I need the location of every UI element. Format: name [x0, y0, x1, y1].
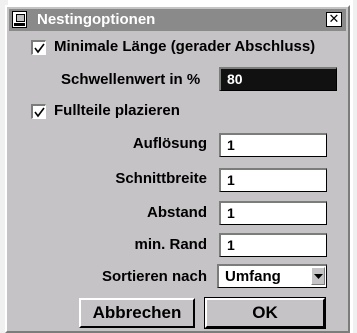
ok-button[interactable]: OK — [204, 297, 326, 329]
threshold-value: 80 — [227, 71, 243, 87]
cut-width-value: 1 — [227, 172, 235, 188]
check-icon — [34, 43, 45, 54]
sort-select[interactable]: Umfang — [217, 264, 327, 288]
resolution-value: 1 — [227, 137, 235, 153]
chevron-down-icon — [314, 274, 323, 279]
close-button[interactable]: ✕ — [326, 12, 342, 27]
min-margin-value: 1 — [227, 237, 235, 253]
min-margin-input[interactable]: 1 — [219, 233, 327, 257]
title-bar[interactable]: Nestingoptionen ✕ — [9, 9, 346, 31]
sort-label: Sortieren nach — [101, 268, 207, 285]
close-icon: ✕ — [328, 11, 340, 26]
cut-width-input[interactable]: 1 — [219, 168, 327, 192]
sort-value: Umfang — [225, 268, 281, 285]
filler-label: Fullteile plazieren — [54, 102, 180, 119]
spacing-label: Abstand — [147, 204, 207, 221]
min-margin-label: min. Rand — [134, 236, 207, 253]
check-icon — [34, 107, 45, 118]
resolution-input[interactable]: 1 — [219, 133, 327, 157]
threshold-label: Schwellenwert in % — [61, 71, 201, 88]
nesting-options-dialog: Nestingoptionen ✕ Minimale Länge (gerade… — [5, 5, 350, 333]
spacing-input[interactable]: 1 — [219, 201, 327, 225]
resolution-label: Auflösung — [132, 135, 207, 152]
background-right — [353, 0, 357, 333]
filler-checkbox[interactable] — [31, 104, 46, 119]
min-length-checkbox[interactable] — [31, 40, 46, 55]
cut-width-label: Schnittbreite — [115, 170, 207, 187]
window-title: Nestingoptionen — [37, 11, 156, 28]
spacing-value: 1 — [227, 205, 235, 221]
threshold-input[interactable]: 80 — [219, 67, 337, 91]
min-length-label: Minimale Länge (gerader Abschluss) — [54, 38, 316, 55]
cancel-button[interactable]: Abbrechen — [79, 298, 195, 328]
application-icon[interactable] — [12, 11, 27, 28]
sort-dropdown-button[interactable] — [311, 267, 325, 285]
